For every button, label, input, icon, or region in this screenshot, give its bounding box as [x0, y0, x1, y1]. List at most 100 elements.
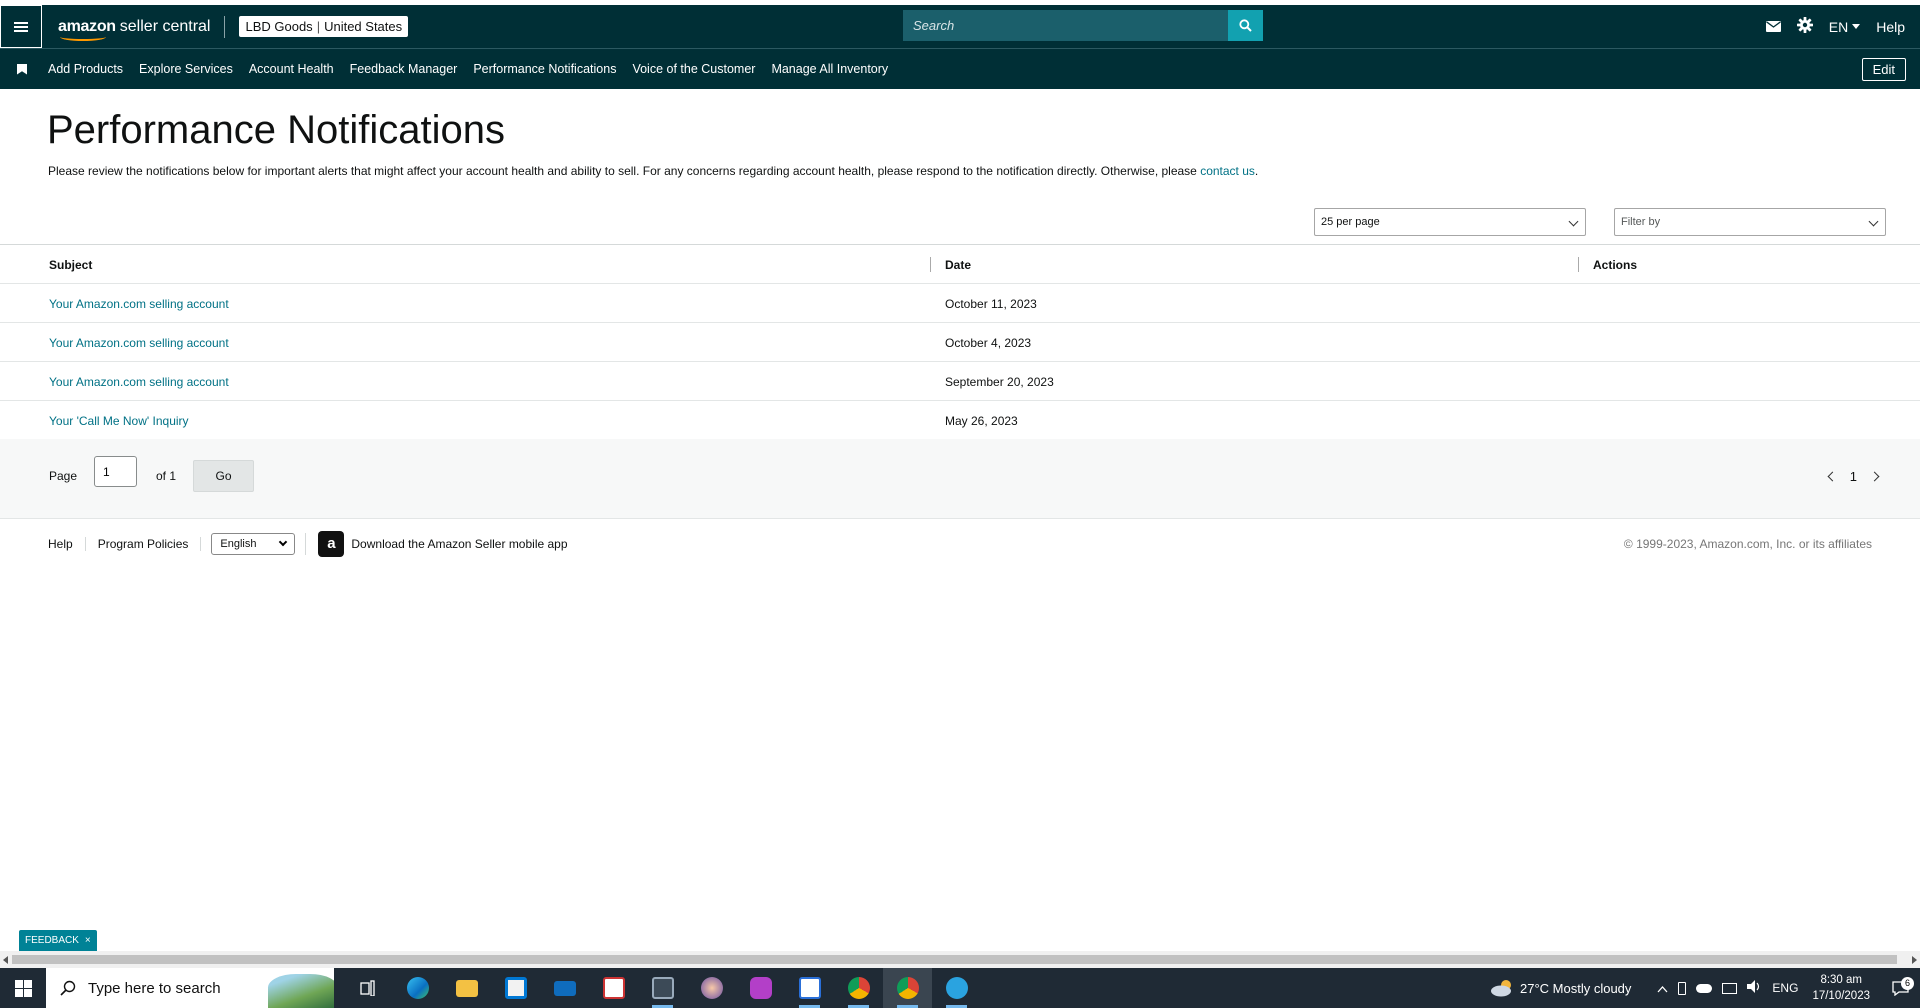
- download-app-link[interactable]: Download the Amazon Seller mobile app: [351, 537, 567, 551]
- mail-icon: [553, 980, 576, 996]
- language-selector[interactable]: EN: [1829, 19, 1861, 35]
- wps-icon: [749, 977, 772, 999]
- taskbar-chrome-active[interactable]: [883, 968, 932, 1008]
- current-page-number[interactable]: 1: [1850, 469, 1857, 484]
- store-region: United States: [324, 19, 403, 34]
- table-row: Your Amazon.com selling account October …: [0, 284, 1920, 323]
- header-actions: EN Help: [1765, 5, 1905, 48]
- feedback-tab[interactable]: FEEDBACK ×: [19, 930, 97, 951]
- amazon-seller-app-icon[interactable]: a: [318, 530, 345, 557]
- nav-performance-notifications[interactable]: Performance Notifications: [473, 62, 616, 76]
- chevron-down-icon: [1852, 24, 1861, 29]
- footer-language-select[interactable]: English: [211, 532, 296, 555]
- taskbar-store[interactable]: [491, 968, 540, 1008]
- nav-voice-of-the-customer[interactable]: Voice of the Customer: [632, 62, 755, 76]
- page-footer: Help Program Policies English a Download…: [0, 530, 1920, 557]
- column-actions: Actions: [1593, 257, 1638, 272]
- footer-help-link[interactable]: Help: [0, 536, 86, 551]
- taskbar-file-explorer[interactable]: [442, 968, 491, 1008]
- column-divider: [930, 257, 931, 272]
- previous-page-icon[interactable]: [1827, 471, 1838, 482]
- battery-icon[interactable]: [1678, 981, 1687, 995]
- taskbar-search[interactable]: Type here to search: [46, 968, 334, 1008]
- close-icon[interactable]: ×: [85, 935, 91, 946]
- show-hidden-icons[interactable]: [1657, 981, 1668, 996]
- start-button[interactable]: [0, 968, 46, 1008]
- nav-account-health[interactable]: Account Health: [249, 62, 334, 76]
- taskbar-clock[interactable]: 8:30 am 17/10/2023: [1812, 972, 1870, 1004]
- taskbar-calculator[interactable]: [638, 968, 687, 1008]
- table-row: Your Amazon.com selling account Septembe…: [0, 362, 1920, 401]
- windows-taskbar: Type here to search 27°C Mostly cloudy E…: [0, 968, 1920, 1008]
- onedrive-icon[interactable]: [1696, 983, 1713, 993]
- notification-subject-link[interactable]: Your Amazon.com selling account: [49, 297, 229, 311]
- notification-date: May 26, 2023: [945, 413, 1018, 428]
- scroll-left-icon[interactable]: [3, 956, 8, 964]
- search-input[interactable]: [903, 10, 1228, 41]
- search-icon: [1239, 19, 1252, 32]
- snip-icon: [700, 977, 723, 999]
- notifications-table: Subject Date Actions Your Amazon.com sel…: [0, 244, 1920, 441]
- search-button[interactable]: [1228, 10, 1263, 41]
- scrollbar-thumb[interactable]: [12, 955, 1897, 964]
- telegram-icon: [945, 977, 968, 999]
- settings-button[interactable]: [1796, 17, 1813, 36]
- network-icon[interactable]: [1722, 982, 1738, 994]
- column-subject[interactable]: Subject: [49, 245, 92, 284]
- chevron-down-icon: [1568, 216, 1579, 227]
- notification-date: October 11, 2023: [945, 296, 1037, 311]
- notification-subject-link[interactable]: Your Amazon.com selling account: [49, 336, 229, 350]
- cloud-icon: [1491, 980, 1511, 997]
- menu-button[interactable]: [0, 5, 42, 48]
- taskbar-telegram[interactable]: [932, 968, 981, 1008]
- scroll-right-icon[interactable]: [1912, 956, 1917, 964]
- taskbar-chrome[interactable]: [834, 968, 883, 1008]
- column-date[interactable]: Date: [945, 245, 971, 284]
- footer-program-policies-link[interactable]: Program Policies: [86, 536, 202, 551]
- search-highlight-image: [268, 974, 334, 1008]
- task-view-button[interactable]: [344, 968, 393, 1008]
- notification-badge: 6: [1901, 976, 1914, 990]
- store-selector[interactable]: LBD Goods | United States: [239, 16, 409, 37]
- notification-subject-link[interactable]: Your 'Call Me Now' Inquiry: [49, 414, 189, 428]
- taskbar-app-chart[interactable]: [589, 968, 638, 1008]
- bookmark-nav: Add Products Explore Services Account He…: [0, 48, 1920, 89]
- taskbar-mail[interactable]: [540, 968, 589, 1008]
- per-page-select[interactable]: 25 per page: [1314, 208, 1586, 236]
- weather-widget[interactable]: 27°C Mostly cloudy: [1490, 979, 1631, 997]
- go-button[interactable]: Go: [193, 460, 254, 492]
- input-language[interactable]: ENG: [1772, 981, 1798, 995]
- chevron-down-icon: [279, 537, 288, 546]
- page-number-input[interactable]: [94, 456, 137, 487]
- contact-us-link[interactable]: contact us: [1200, 164, 1255, 178]
- taskbar-app-graph[interactable]: [785, 968, 834, 1008]
- nav-manage-all-inventory[interactable]: Manage All Inventory: [771, 62, 888, 76]
- notification-date: September 20, 2023: [945, 374, 1054, 389]
- nav-explore-services[interactable]: Explore Services: [139, 62, 233, 76]
- help-link[interactable]: Help: [1876, 19, 1905, 35]
- filter-select[interactable]: Filter by: [1614, 208, 1886, 236]
- page-label: Page: [49, 469, 78, 483]
- edge-icon: [406, 977, 429, 999]
- copyright-text: © 1999-2023, Amazon.com, Inc. or its aff…: [1623, 536, 1872, 551]
- horizontal-scrollbar[interactable]: [0, 951, 1920, 968]
- notification-center-button[interactable]: 6: [1880, 976, 1920, 996]
- taskbar-edge[interactable]: [393, 968, 442, 1008]
- nav-feedback-manager[interactable]: Feedback Manager: [350, 62, 458, 76]
- nav-add-products[interactable]: Add Products: [48, 62, 123, 76]
- notification-subject-link[interactable]: Your Amazon.com selling account: [49, 375, 229, 389]
- next-page-icon[interactable]: [1869, 471, 1880, 482]
- menu-icon: [14, 21, 28, 32]
- bookmark-icon[interactable]: [17, 63, 27, 75]
- chart-app-icon: [602, 977, 625, 999]
- taskbar-snip[interactable]: [687, 968, 736, 1008]
- taskbar-wps[interactable]: [736, 968, 785, 1008]
- logo-smile-icon: [60, 33, 106, 41]
- edit-nav-button[interactable]: Edit: [1861, 58, 1906, 81]
- messages-button[interactable]: [1765, 19, 1781, 35]
- filter-placeholder: Filter by: [1621, 216, 1661, 228]
- per-page-value: 25 per page: [1321, 216, 1380, 228]
- seller-central-logo[interactable]: amazon seller central: [58, 5, 210, 48]
- gear-icon: [1796, 17, 1813, 33]
- volume-icon[interactable]: [1747, 980, 1762, 996]
